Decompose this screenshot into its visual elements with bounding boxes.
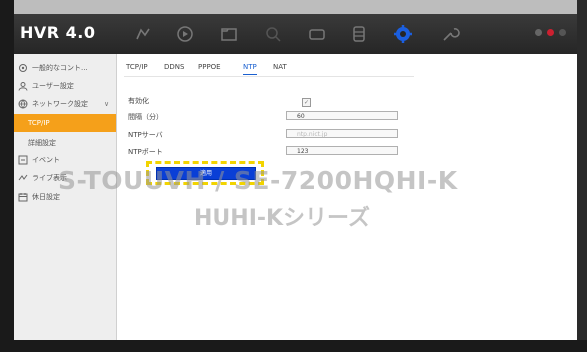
search-icon[interactable]: [262, 23, 284, 45]
tab-nat[interactable]: NAT: [273, 60, 287, 74]
alarm-dot-icon: [547, 29, 554, 36]
watermark-line-1: S-TOUUVH / SE-7200HQHI-K: [58, 166, 458, 195]
watermark-line-2: HUHI-Kシリーズ: [194, 206, 370, 231]
sidebar-item-label: 一般的なコント...: [32, 64, 88, 72]
ntp-port-label: NTPポート: [128, 148, 163, 156]
sidebar-item-network[interactable]: ネットワーク設定 ∨: [14, 95, 116, 113]
ntp-server-field[interactable]: ntp.nict.jp: [286, 129, 398, 138]
status-dot-icon: [559, 29, 566, 36]
top-toolbar: HVR 4.0: [14, 14, 577, 54]
record-icon[interactable]: [174, 23, 196, 45]
tab-tcpip[interactable]: TCP/IP: [126, 60, 148, 74]
sidebar-item-general[interactable]: 一般的なコント...: [14, 59, 116, 77]
tools-icon[interactable]: [438, 23, 460, 45]
sidebar-item-users[interactable]: ユーザー設定: [14, 77, 116, 95]
enable-label: 有効化: [128, 97, 149, 105]
sidebar-item-label: ユーザー設定: [32, 82, 74, 90]
ntp-port-field[interactable]: 123: [286, 146, 398, 155]
tab-divider: [124, 76, 414, 77]
chevron-down-icon: ∨: [104, 100, 110, 108]
tab-pppoe[interactable]: PPPOE: [198, 60, 221, 74]
storage-icon[interactable]: [348, 23, 370, 45]
monitor-bezel-left: [0, 0, 14, 352]
app-logo: HVR 4.0: [20, 23, 96, 42]
monitor-bezel-right: [577, 0, 587, 352]
sidebar-item-label: ネットワーク設定: [32, 100, 88, 108]
sidebar-item-advanced[interactable]: 詳細設定: [14, 134, 116, 152]
interval-label: 間隔（分）: [128, 113, 163, 121]
settings-panel: TCP/IP DDNS PPPOE NTP NAT 有効化 ✓ 間隔（分） 60…: [118, 54, 577, 340]
globe-icon: [18, 99, 28, 109]
camera-icon: [18, 173, 28, 183]
sidebar-item-label: 休日設定: [32, 193, 60, 201]
sidebar-item-label: 詳細設定: [28, 139, 56, 147]
interval-field[interactable]: 60: [286, 111, 398, 120]
gear-icon: [18, 63, 28, 73]
photo-edge-top: [0, 0, 587, 14]
enable-checkbox[interactable]: ✓: [302, 98, 311, 107]
playback-icon[interactable]: [132, 23, 154, 45]
sidebar-item-label: イベント: [32, 156, 60, 164]
user-icon: [18, 81, 28, 91]
sidebar-item-label: TCP/IP: [28, 119, 50, 127]
calendar-icon: [18, 192, 28, 202]
sidebar-item-tcpip[interactable]: TCP/IP: [14, 114, 116, 132]
tab-ddns[interactable]: DDNS: [164, 60, 184, 74]
folder-icon[interactable]: [218, 23, 240, 45]
tab-ntp[interactable]: NTP: [243, 60, 257, 75]
nvr-screen: HVR 4.0 一般的なコント... ユーザー設定 ネットワーク設定 ∨ TCP…: [14, 14, 577, 340]
settings-icon[interactable]: [392, 23, 414, 45]
event-icon: [18, 155, 28, 165]
status-dot-icon: [535, 29, 542, 36]
ntp-server-label: NTPサーバ: [128, 131, 163, 139]
display-icon[interactable]: [306, 23, 328, 45]
sidebar: 一般的なコント... ユーザー設定 ネットワーク設定 ∨ TCP/IP 詳細設定…: [14, 54, 117, 340]
status-indicators: [531, 26, 571, 40]
monitor-bezel-bottom: [0, 340, 587, 352]
